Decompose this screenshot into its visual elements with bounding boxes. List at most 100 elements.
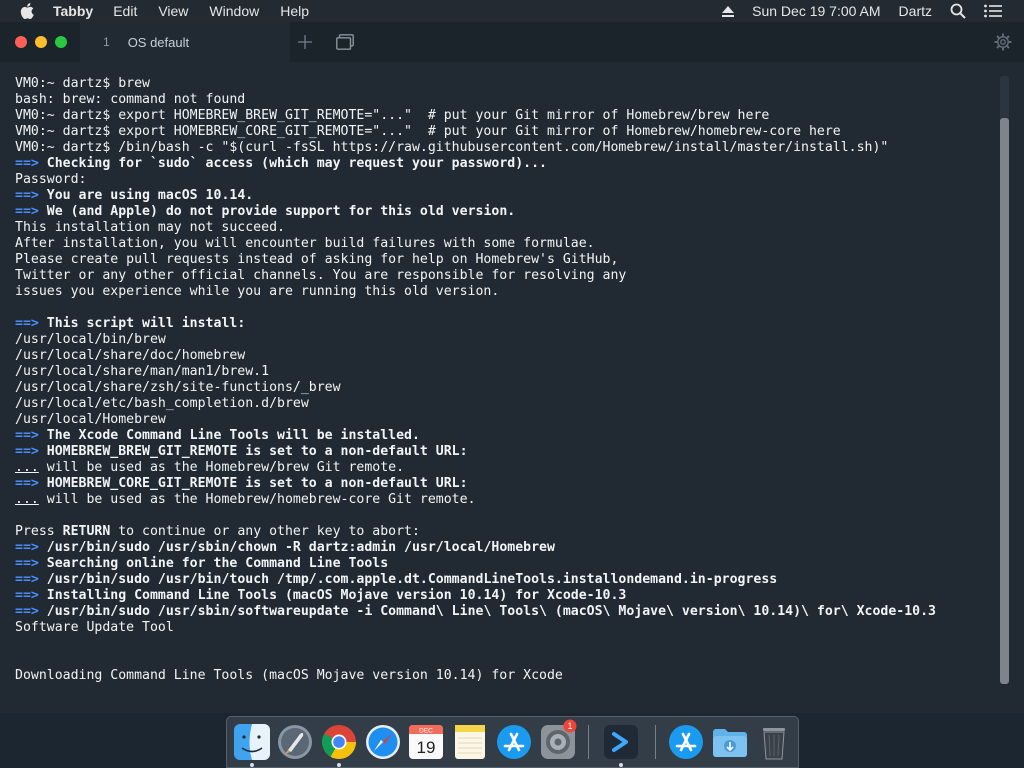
terminal-text: The Xcode Command Line Tools will be ins… <box>38 428 420 443</box>
zoom-window-button[interactable] <box>55 36 67 48</box>
apple-menu-icon[interactable] <box>20 3 34 19</box>
safari-icon[interactable] <box>364 723 402 761</box>
terminal-line: ==> Searching online for the Command Lin… <box>15 556 990 572</box>
downloads-folder-icon[interactable] <box>711 723 749 761</box>
tab-overview-icon[interactable] <box>336 34 354 50</box>
terminal-line: ==> You are using macOS 10.14. <box>15 188 990 204</box>
notes-icon[interactable] <box>451 723 489 761</box>
close-window-button[interactable] <box>15 36 27 48</box>
terminal-line: bash: brew: command not found <box>15 92 990 108</box>
output-marker: ==> <box>15 188 39 203</box>
terminal-line: ... will be used as the Homebrew/brew Gi… <box>15 460 990 476</box>
dock: DEC 19 1 <box>226 716 799 768</box>
app-store-icon[interactable] <box>495 723 533 761</box>
output-marker: ==> <box>15 156 39 171</box>
spotlight-search-icon[interactable] <box>950 3 966 19</box>
menu-view[interactable]: View <box>158 3 188 19</box>
terminal-text: HOMEBREW_BREW_GIT_REMOTE is set to a non… <box>38 444 468 459</box>
terminal-text: Twitter or any other official channels. … <box>15 268 627 283</box>
terminal-line: After installation, you will encounter b… <box>15 236 990 252</box>
gear-icon[interactable] <box>994 33 1012 51</box>
output-marker: ==> <box>15 572 39 587</box>
terminal-text: will be used as the Homebrew/brew Git re… <box>38 460 405 475</box>
terminal-line: ==> /usr/bin/sudo /usr/sbin/chown -R dar… <box>15 540 990 556</box>
terminal-text: Checking for `sudo` access (which may re… <box>38 156 547 171</box>
terminal-text: Searching online for the Command Line To… <box>38 556 389 571</box>
terminal-text: RETURN <box>62 524 111 539</box>
terminal-text: VM0:~ dartz$ export HOMEBREW_CORE_GIT_RE… <box>15 124 841 139</box>
minimize-window-button[interactable] <box>35 36 47 48</box>
terminal-line: /usr/local/share/zsh/site-functions/_bre… <box>15 380 990 396</box>
terminal-text: issues you experience while you are runn… <box>15 284 500 299</box>
terminal-text: Installing Command Line Tools (macOS Moj… <box>38 588 627 603</box>
terminal-text: Software Update Tool <box>15 620 174 635</box>
output-marker: ==> <box>15 540 39 555</box>
menu-edit[interactable]: Edit <box>113 3 137 19</box>
terminal-line: Twitter or any other official channels. … <box>15 268 990 284</box>
terminal-output[interactable]: VM0:~ dartz$ brew bash: brew: command not… <box>15 76 990 686</box>
terminal-line: ==> HOMEBREW_BREW_GIT_REMOTE is set to a… <box>15 444 990 460</box>
trash-icon[interactable] <box>755 723 793 761</box>
menu-help[interactable]: Help <box>280 3 309 19</box>
terminal-text: Downloading Command Line Tools (macOS Mo… <box>15 668 563 683</box>
clock[interactable]: Sun Dec 19 7:00 AM <box>752 3 880 19</box>
tab-title: OS default <box>127 34 190 50</box>
terminal-line: /usr/local/etc/bash_completion.d/brew <box>15 396 990 412</box>
output-marker: ==> <box>15 204 39 219</box>
notification-badge: 1 <box>563 719 577 733</box>
terminal-line: ==> The Xcode Command Line Tools will be… <box>15 428 990 444</box>
chrome-running-dot <box>337 763 341 767</box>
terminal-line: Password: <box>15 172 990 188</box>
terminal-line: VM0:~ dartz$ /bin/bash -c "$(curl -fsSL … <box>15 140 990 156</box>
terminal-text: We (and Apple) do not provide support fo… <box>38 204 516 219</box>
calendar-icon[interactable]: DEC 19 <box>407 723 445 761</box>
terminal-line: issues you experience while you are runn… <box>15 284 990 300</box>
terminal-line: Press RETURN to continue or any other ke… <box>15 524 990 540</box>
terminal-text: Password: <box>15 172 87 187</box>
terminal-line: Software Update Tool <box>15 620 990 636</box>
terminal-text: Press <box>15 524 63 539</box>
terminal-line: ==> This script will install: <box>15 316 990 332</box>
menu-bar: Tabby Edit View Window Help Sun Dec 19 7… <box>0 0 1024 22</box>
eject-icon[interactable] <box>722 5 735 17</box>
scrollbar-thumb[interactable] <box>1000 118 1009 684</box>
chrome-icon[interactable] <box>320 723 358 761</box>
terminal-scrollbar[interactable] <box>1000 76 1009 684</box>
app-name-menu[interactable]: Tabby <box>53 3 93 19</box>
tab-os-default[interactable]: 1 OS default <box>80 22 290 62</box>
tabby-running-dot <box>619 763 623 767</box>
terminal-text: /usr/bin/sudo /usr/bin/touch /tmp/.com.a… <box>38 572 778 587</box>
finder-icon[interactable] <box>233 723 271 761</box>
output-marker: ==> <box>15 316 39 331</box>
window-titlebar[interactable]: 1 OS default <box>0 22 1024 62</box>
terminal-line: ==> HOMEBREW_CORE_GIT_REMOTE is set to a… <box>15 476 990 492</box>
terminal-line: ==> /usr/bin/sudo /usr/bin/touch /tmp/.c… <box>15 572 990 588</box>
terminal-text: /usr/local/Homebrew <box>15 412 166 427</box>
terminal-text: VM0:~ dartz$ /bin/bash -c "$(curl -fsSL … <box>15 140 889 155</box>
terminal-text: ... <box>15 460 39 475</box>
tabby-window: 1 OS default VM0:~ dartz$ brew bash: brew… <box>0 22 1024 713</box>
user-menu[interactable]: Dartz <box>899 3 932 19</box>
notification-center-icon[interactable] <box>984 4 1002 18</box>
output-marker: ==> <box>15 604 39 619</box>
terminal-text: bash: brew: command not found <box>15 92 246 107</box>
terminal-text: VM0:~ dartz$ brew <box>15 76 150 91</box>
app-store-downloads-icon[interactable] <box>667 723 705 761</box>
svg-text:1: 1 <box>567 721 572 731</box>
dock-separator <box>588 725 589 759</box>
calendar-month-label: DEC <box>419 728 433 735</box>
terminal-text: /usr/local/share/doc/homebrew <box>15 348 246 363</box>
terminal-line: /usr/local/share/man/man1/brew.1 <box>15 364 990 380</box>
terminal-text: to continue or any other key to abort: <box>110 524 420 539</box>
launchpad-icon[interactable] <box>276 723 314 761</box>
tabby-icon[interactable] <box>602 723 640 761</box>
menu-window[interactable]: Window <box>209 3 259 19</box>
terminal-text: /usr/local/bin/brew <box>15 332 166 347</box>
terminal-line: /usr/local/bin/brew <box>15 332 990 348</box>
new-tab-plus-icon[interactable] <box>298 35 312 49</box>
terminal-text: HOMEBREW_CORE_GIT_REMOTE is set to a non… <box>38 476 468 491</box>
output-marker: ==> <box>15 476 39 491</box>
